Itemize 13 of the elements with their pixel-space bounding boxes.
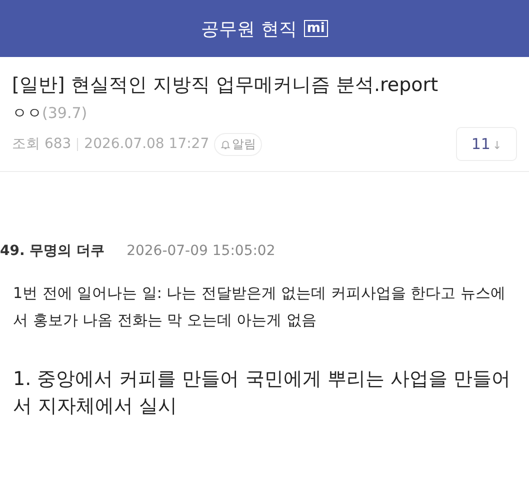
view-count: 조회 683 (12, 135, 72, 153)
comment-heading: 1. 중앙에서 커피를 만들어 국민에게 뿌리는 사업을 만들어서 지자체에서 실시 (13, 367, 512, 419)
bell-icon (220, 138, 232, 150)
header-title: 공무원 현직 (201, 18, 297, 40)
comment-author: 49. 무명의 더쿠 (0, 242, 105, 260)
post-date: 2026.07.08 17:27 (84, 136, 210, 152)
author-ip: (39.7) (42, 104, 88, 122)
author-name: ㅇㅇ (12, 104, 42, 122)
comment-date: 2026-07-09 15:05:02 (126, 243, 276, 259)
comment-count-button[interactable]: 11↓ (456, 127, 517, 161)
comment-text: 1번 전에 일어나는 일: 나는 전달받은게 없는데 커피사업을 한다고 뉴스에서 홍보가 나옴 전화는 막 오는데 아는게 없음 (13, 283, 507, 331)
logo-badge: mi (304, 20, 328, 37)
post-title: [일반] 현실적인 지방직 업무메커니즘 분석.report (12, 73, 440, 98)
